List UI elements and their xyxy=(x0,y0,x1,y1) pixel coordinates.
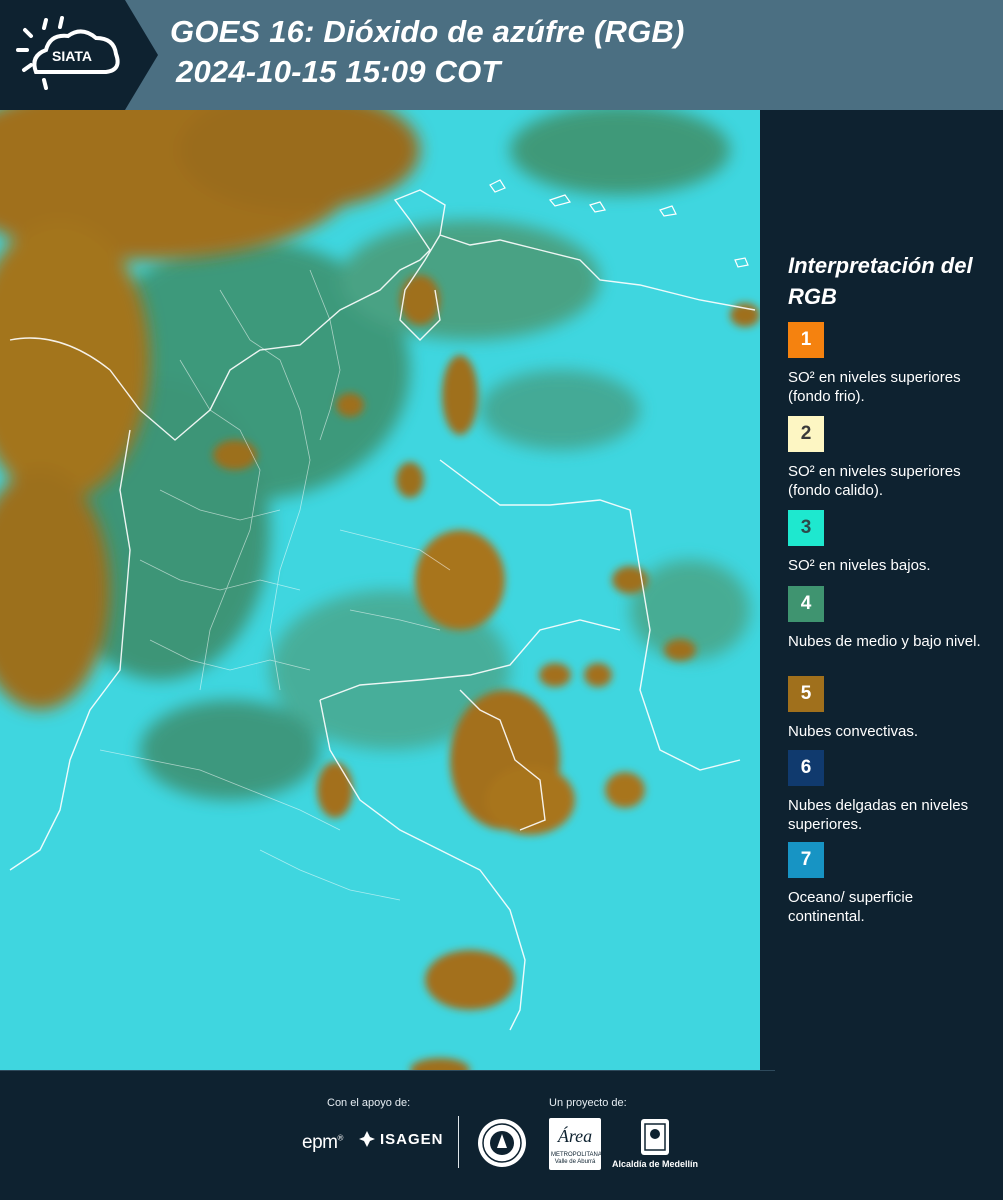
legend-swatch: 5 xyxy=(788,676,824,712)
project-label: Un proyecto de: xyxy=(549,1097,627,1109)
header-bar: SIATA GOES 16: Dióxido de azúfre (RGB) 2… xyxy=(0,0,1003,110)
siata-logo-icon: SIATA xyxy=(0,0,158,110)
area-metropolitana-text: METROPOLITANA Valle de Aburrá xyxy=(551,1152,602,1165)
legend-label: Nubes convectivas. xyxy=(788,723,919,740)
isagen-text: ISAGEN xyxy=(380,1130,444,1148)
legend-label: SO² en niveles bajos. xyxy=(788,557,931,574)
legend-label: Nubes de medio y bajo nivel. xyxy=(788,633,981,650)
epm-logo[interactable]: epm® xyxy=(302,1132,343,1154)
legend-panel: Interpretación del RGB 1 SO² en niveles … xyxy=(760,110,1003,1070)
satellite-image xyxy=(0,110,760,1070)
page-title: GOES 16: Dióxido de azúfre (RGB) xyxy=(170,14,685,49)
legend-item: 1 SO² en niveles superiores (fondo frio)… xyxy=(788,322,993,406)
svg-text:Área: Área xyxy=(557,1125,592,1146)
legend-item: 6 Nubes delgadas en niveles superiores. xyxy=(788,750,993,834)
legend-item: 4 Nubes de medio y bajo nivel. xyxy=(788,586,993,651)
registered-icon: ® xyxy=(337,1133,343,1143)
legend-label: Oceano/ superficie continental. xyxy=(788,889,914,925)
footer-divider-line xyxy=(0,1070,775,1071)
legend-label: SO² en niveles superiores (fondo calido)… xyxy=(788,463,961,499)
legend-swatch: 2 xyxy=(788,416,824,452)
siata-logo[interactable]: SIATA xyxy=(0,0,158,110)
isagen-logo[interactable]: ISAGEN xyxy=(358,1130,444,1148)
legend-swatch: 3 xyxy=(788,510,824,546)
area-script-icon: Área xyxy=(557,1125,592,1146)
legend-title: Interpretación del RGB xyxy=(788,253,973,309)
legend-item: 7 Oceano/ superficie continental. xyxy=(788,842,993,926)
svg-text:SIATA: SIATA xyxy=(52,48,92,64)
legend-item: 2 SO² en niveles superiores (fondo calid… xyxy=(788,416,993,502)
footer: Con el apoyo de: Un proyecto de: epm® IS… xyxy=(0,1070,1003,1200)
legend-label: Nubes delgadas en niveles superiores. xyxy=(788,797,969,833)
legend-swatch: 7 xyxy=(788,842,824,878)
timestamp: 2024-10-15 15:09 COT xyxy=(176,54,501,89)
legend-label: SO² en niveles superiores (fondo frio). xyxy=(788,369,961,405)
footer-divider xyxy=(458,1116,459,1168)
epm-logo-text: epm xyxy=(302,1132,338,1153)
legend-swatch: 6 xyxy=(788,750,824,786)
legend-item: 5 Nubes convectivas. xyxy=(788,676,993,741)
alcaldia-text: Alcaldía de Medellín xyxy=(612,1159,699,1169)
medellin-seal-icon[interactable] xyxy=(477,1118,527,1168)
alcaldia-emblem-icon[interactable] xyxy=(640,1118,670,1156)
legend-item: 3 SO² en niveles bajos. xyxy=(788,510,993,575)
legend-swatch: 1 xyxy=(788,322,824,358)
legend-swatch: 4 xyxy=(788,586,824,622)
satellite-map[interactable] xyxy=(0,110,760,1070)
isagen-icon xyxy=(359,1131,375,1147)
support-label: Con el apoyo de: xyxy=(327,1097,411,1109)
